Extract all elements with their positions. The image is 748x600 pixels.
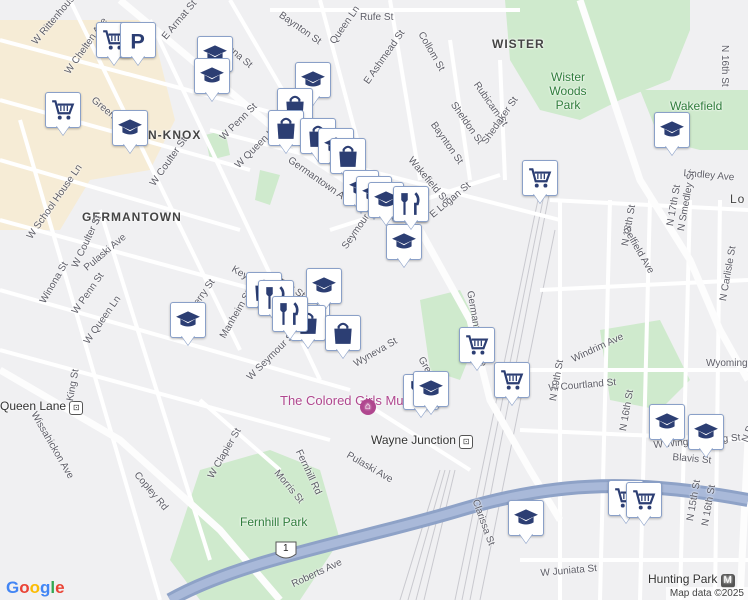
map-marker-shopping-cart[interactable]: [494, 362, 530, 408]
map-marker-school[interactable]: [413, 371, 449, 417]
map-marker-parking[interactable]: P: [120, 22, 156, 68]
shopping-bag-icon: [268, 110, 304, 146]
museum-icon: ⌂: [360, 399, 376, 415]
marker-pointer: [533, 193, 547, 203]
route-shield-label: 1: [283, 543, 289, 554]
marker-pointer: [660, 437, 674, 447]
shopping-bag-icon: [330, 138, 366, 174]
marker-pointer: [397, 257, 411, 267]
restaurant-icon: [272, 296, 308, 332]
rail-station-icon: ⊡: [459, 435, 474, 449]
map-marker-school[interactable]: [654, 112, 690, 158]
map-marker-school[interactable]: [170, 302, 206, 348]
shopping-cart-icon: [459, 327, 495, 363]
restaurant-icon: [393, 186, 429, 222]
rail-station-icon: ⊡: [69, 401, 84, 415]
map-marker-school[interactable]: [508, 500, 544, 546]
neighborhood-wister: WISTER: [492, 37, 545, 51]
map-marker-restaurant[interactable]: [393, 186, 429, 232]
marker-pointer: [505, 395, 519, 405]
station-hunting-park[interactable]: Hunting Park M: [648, 572, 735, 588]
marker-pointer: [470, 360, 484, 370]
poi-colored-girls-museum[interactable]: The Colored Girls Museum ⌂: [280, 393, 436, 415]
marker-pointer: [56, 125, 70, 135]
park-fernhill: Fernhill Park: [240, 515, 308, 529]
street-label: Wyoming Ave: [706, 358, 748, 369]
map-marker-school[interactable]: [112, 110, 148, 156]
map-marker-shopping-cart[interactable]: [459, 327, 495, 373]
marker-pointer: [637, 515, 651, 525]
school-icon: [306, 268, 342, 304]
park-wakefield: Wakefield: [670, 99, 723, 113]
neighborhood-logan-partial: Lo: [730, 192, 746, 206]
school-icon: [112, 110, 148, 146]
marker-pointer: [205, 91, 219, 101]
map-marker-school[interactable]: [688, 414, 724, 460]
school-icon: [170, 302, 206, 338]
marker-pointer: [699, 447, 713, 457]
map-canvas[interactable]: 1 WISTER GERMANTOWN N-KNOX Lo Wister Woo…: [0, 0, 748, 600]
marker-pointer: [519, 533, 533, 543]
street-label: Rufe St: [360, 12, 394, 23]
station-label: Wayne Junction: [371, 433, 456, 447]
marker-pointer: [424, 404, 438, 414]
park-wister-woods: Wister Woods Park: [549, 70, 587, 112]
school-icon: [194, 58, 230, 94]
map-marker-shopping-cart[interactable]: [626, 482, 662, 528]
marker-pointer: [107, 55, 121, 65]
station-label: Hunting Park: [648, 572, 718, 586]
shopping-cart-icon: [45, 92, 81, 128]
map-marker-school[interactable]: [194, 58, 230, 104]
map-marker-shopping-cart[interactable]: [45, 92, 81, 138]
station-wayne-junction[interactable]: Wayne Junction ⊡: [371, 433, 474, 449]
street-label: N 16th St: [719, 45, 730, 87]
shopping-cart-icon: [522, 160, 558, 196]
marker-pointer: [665, 145, 679, 155]
marker-pointer: [181, 335, 195, 345]
map-marker-shopping-cart[interactable]: [522, 160, 558, 206]
school-icon: [654, 112, 690, 148]
subway-icon: M: [720, 574, 735, 588]
map-marker-restaurant[interactable]: [272, 296, 308, 342]
map-marker-school[interactable]: [649, 404, 685, 450]
marker-pointer: [131, 55, 145, 65]
school-icon: [688, 414, 724, 450]
poi-label: The Colored Girls Museum: [280, 393, 436, 408]
parking-icon: P: [120, 22, 156, 58]
station-label: Queen Lane: [0, 399, 67, 413]
shopping-cart-icon: [494, 362, 530, 398]
neighborhood-penn-knox: N-KNOX: [148, 128, 202, 142]
marker-pointer: [279, 143, 293, 153]
shopping-cart-icon: [626, 482, 662, 518]
map-attribution[interactable]: Map data ©2025: [665, 587, 748, 600]
station-queen-lane[interactable]: Queen Lane ⊡: [0, 399, 84, 415]
school-icon: [508, 500, 544, 536]
svg-text:P: P: [130, 29, 144, 53]
marker-pointer: [283, 329, 297, 339]
school-icon: [413, 371, 449, 407]
google-logo: Google: [6, 578, 65, 597]
school-icon: [649, 404, 685, 440]
map-marker-shopping-bag[interactable]: [268, 110, 304, 156]
marker-pointer: [123, 143, 137, 153]
shopping-bag-icon: [325, 315, 361, 351]
marker-pointer: [404, 219, 418, 229]
marker-pointer: [336, 348, 350, 358]
map-marker-shopping-bag[interactable]: [325, 315, 361, 361]
